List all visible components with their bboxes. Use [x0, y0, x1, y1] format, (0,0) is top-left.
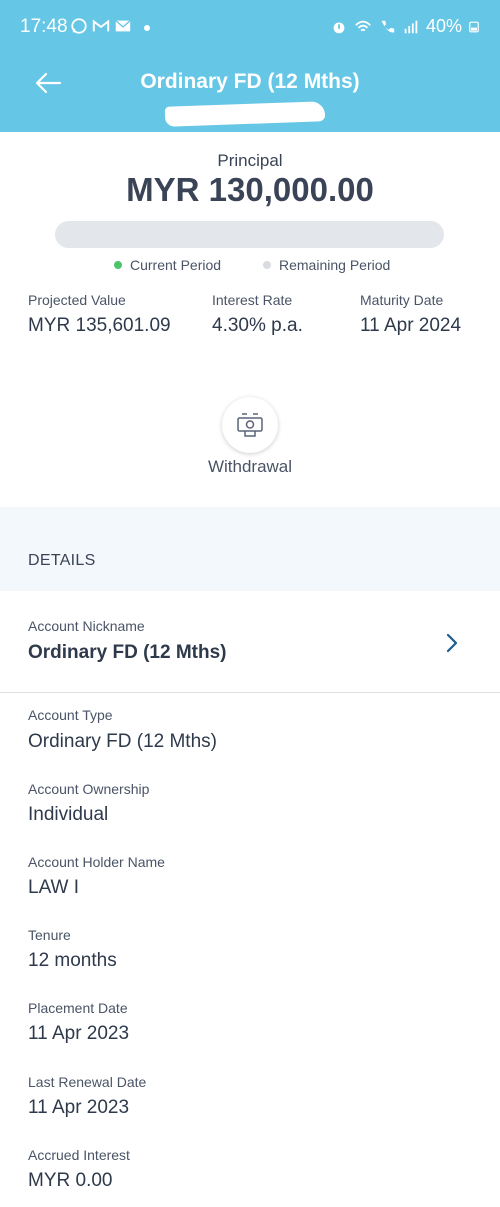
accrued-interest-value: MYR 0.00	[28, 1170, 113, 1191]
details-section-header	[0, 507, 500, 591]
projected-value: MYR 135,601.09	[28, 315, 171, 336]
header-bar: 17:48 40% Ordinary FD (12 Mths)	[0, 0, 500, 132]
chevron-right-icon[interactable]	[444, 632, 460, 654]
accrued-interest-label: Accrued Interest	[28, 1147, 130, 1163]
period-progress-bar	[55, 221, 444, 248]
status-bar: 17:48 40%	[0, 0, 500, 58]
battery-percent: 40%	[425, 16, 462, 36]
principal-value: MYR 130,000.00	[126, 171, 374, 208]
gmail-icon	[92, 19, 110, 32]
account-ownership-label: Account Ownership	[28, 781, 150, 797]
wifi-icon	[355, 20, 371, 31]
account-type-label: Account Type	[28, 707, 113, 723]
page-title: Ordinary FD (12 Mths)	[140, 70, 360, 93]
notification-icons	[70, 17, 132, 35]
legend-remaining: Remaining Period	[263, 257, 390, 273]
notification-dot	[144, 25, 150, 31]
projected-value-label: Projected Value	[28, 292, 126, 308]
call-icon	[381, 20, 395, 32]
signal-icon	[404, 20, 418, 33]
account-type-value: Ordinary FD (12 Mths)	[28, 731, 217, 752]
legend-current-dot	[114, 261, 122, 269]
withdrawal-button[interactable]	[222, 397, 278, 453]
redaction-mark	[164, 101, 326, 127]
mail-icon	[115, 20, 131, 32]
status-time: 17:48	[20, 16, 68, 37]
cash-withdrawal-icon	[237, 413, 263, 437]
last-renewal-date-value: 11 Apr 2023	[28, 1097, 130, 1118]
alarm-icon	[333, 22, 345, 33]
interest-rate-value: 4.30% p.a.	[212, 315, 303, 336]
last-renewal-date-label: Last Renewal Date	[28, 1074, 147, 1090]
account-nickname-label: Account Nickname	[28, 618, 145, 634]
details-title: DETAILS	[28, 552, 96, 569]
maturity-date-label: Maturity Date	[360, 292, 444, 308]
withdrawal-label: Withdrawal	[207, 457, 293, 476]
whatsapp-icon	[71, 18, 87, 34]
principal-label: Principal	[217, 151, 283, 170]
battery-icon	[469, 21, 479, 32]
legend-remaining-dot	[263, 261, 271, 269]
account-nickname-row[interactable]: Account Nickname Ordinary FD (12 Mths)	[0, 592, 500, 693]
legend-current-label: Current Period	[130, 257, 222, 273]
legend-remaining-label: Remaining Period	[279, 257, 391, 273]
account-ownership-value: Individual	[28, 804, 109, 825]
interest-rate-label: Interest Rate	[212, 292, 293, 308]
maturity-date-value: 11 Apr 2024	[360, 315, 462, 336]
tenure-value: 12 months	[28, 950, 117, 971]
placement-date-value: 11 Apr 2023	[28, 1023, 130, 1044]
account-nickname-value: Ordinary FD (12 Mths)	[28, 642, 227, 663]
placement-date-label: Placement Date	[28, 1000, 128, 1016]
account-holder-name-label: Account Holder Name	[28, 854, 165, 870]
tenure-label: Tenure	[28, 927, 71, 943]
account-holder-name-value: LAW I	[28, 877, 80, 898]
system-icons: 40%	[330, 16, 480, 37]
legend-current: Current Period	[114, 257, 221, 273]
